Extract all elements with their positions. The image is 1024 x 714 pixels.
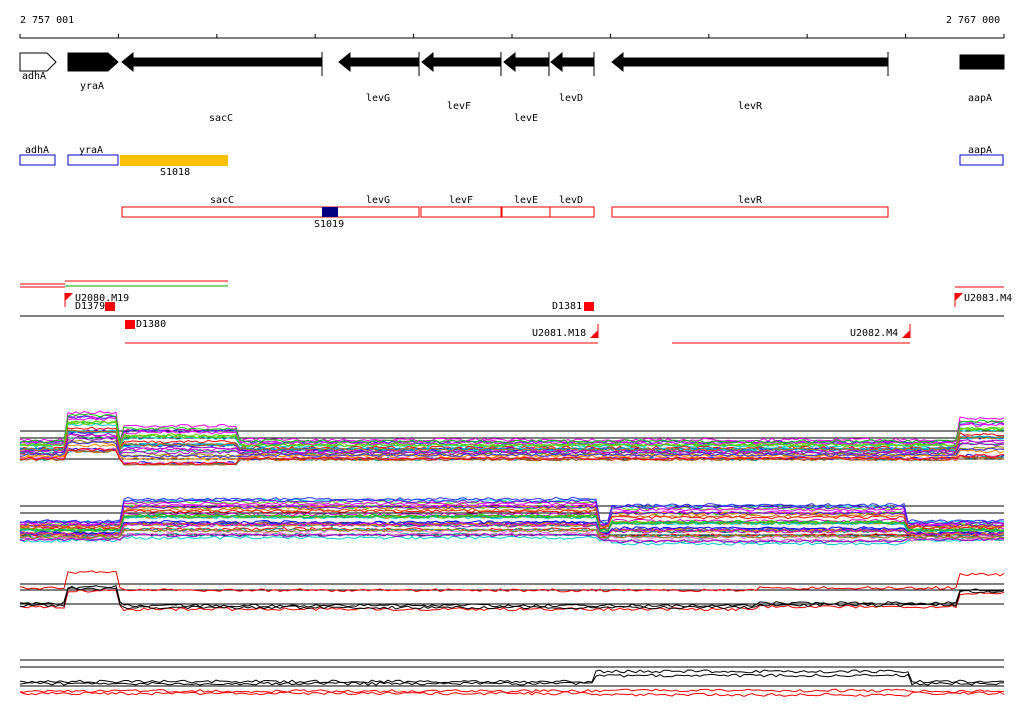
ruler: [19, 34, 1005, 39]
gene-arrow-levE: [503, 51, 550, 73]
red-box-levG: [121, 206, 420, 218]
red-box-label-levR: levR: [738, 195, 763, 206]
gene-arrow-levR: [611, 51, 889, 73]
expression-trace: [19, 570, 1005, 593]
blue-box-label-aapA: aapA: [968, 145, 992, 156]
blue-box-label-yraA: yraA: [79, 145, 103, 156]
expression-trace: [19, 688, 1005, 694]
segment-s1018: [120, 155, 228, 166]
annotation-track: adhA yraA aapA sacC levG levF levE levD levR: [19, 145, 1004, 218]
segment-label-s1019: S1019: [314, 219, 344, 230]
gene-arrow-levD: [550, 51, 595, 73]
marker-label-u2082: U2082.M4: [850, 328, 898, 339]
expression-trace: [19, 673, 1004, 686]
red-box-levR: [611, 206, 889, 218]
expression-trace: [19, 410, 1005, 442]
blue-box-label-adhA: adhA: [25, 145, 49, 156]
gene-track: adhA yraA sacC levG levF levE levD levR aapA: [19, 51, 1005, 124]
gene-label-levE: levE: [514, 113, 538, 124]
expression-trace: [19, 691, 1005, 697]
marker-label-u2081: U2081.M18: [532, 328, 586, 339]
expression-panel-3: [19, 570, 1005, 612]
segment-label-s1018: S1018: [160, 167, 190, 178]
marker-flag-u2081: [590, 330, 598, 338]
marker-flag-u2080: [65, 293, 73, 301]
marker-label-u2083: U2083.M4: [964, 293, 1012, 304]
gene-label-levF: levF: [447, 101, 471, 112]
red-box-label-levE: levE: [514, 195, 538, 206]
red-box-label-levG: levG: [366, 195, 390, 206]
gene-arrow-yraA: [67, 52, 119, 72]
ruler-end-label: 2 767 000: [946, 15, 1000, 26]
gene-arrow-adhA: [19, 52, 57, 72]
blue-box-adhA: [19, 154, 56, 166]
red-box-levF: [420, 206, 502, 218]
gene-arrow-aapA: [959, 54, 1005, 70]
red-box-label-levD: levD: [559, 195, 583, 206]
expression-panel-4: [19, 659, 1005, 697]
red-box-levE: [501, 206, 551, 218]
marker-flag-u2083: [955, 293, 963, 301]
red-box-label-sacC: sacC: [210, 195, 234, 206]
blue-box-aapA: [959, 154, 1004, 166]
gene-label-adhA: adhA: [22, 71, 46, 82]
marker-label-d1379: D1379: [75, 301, 105, 312]
gene-label-sacC: sacC: [209, 113, 233, 124]
expression-panel-1: [19, 410, 1005, 466]
red-box-label-levF: levF: [449, 195, 473, 206]
gene-arrow-levG: [338, 51, 420, 73]
red-box-levD: [549, 206, 595, 218]
expression-panel-2: [19, 496, 1005, 546]
gene-label-levD: levD: [559, 93, 583, 104]
gene-label-yraA: yraA: [80, 81, 104, 92]
marker-label-d1381: D1381: [552, 301, 582, 312]
expression-trace: [19, 669, 1005, 684]
blue-box-yraA: [67, 154, 119, 166]
ruler-start-label: 2 757 001: [20, 15, 74, 26]
marker-label-d1380: D1380: [136, 319, 166, 330]
marker-flag-u2082: [902, 330, 910, 338]
gene-label-levR: levR: [738, 101, 763, 112]
gene-label-aapA: aapA: [968, 93, 992, 104]
gene-arrow-sacC: [121, 51, 323, 73]
segment-s1019: [322, 207, 338, 217]
marker-square-d1381: [584, 302, 594, 311]
marker-square-d1380: [125, 320, 135, 329]
gene-label-levG: levG: [366, 93, 390, 104]
genome-browser: 2 757 001 2 767 000 adhA yraA sacC levG levF…: [19, 15, 1012, 697]
gene-arrow-levF: [421, 51, 502, 73]
